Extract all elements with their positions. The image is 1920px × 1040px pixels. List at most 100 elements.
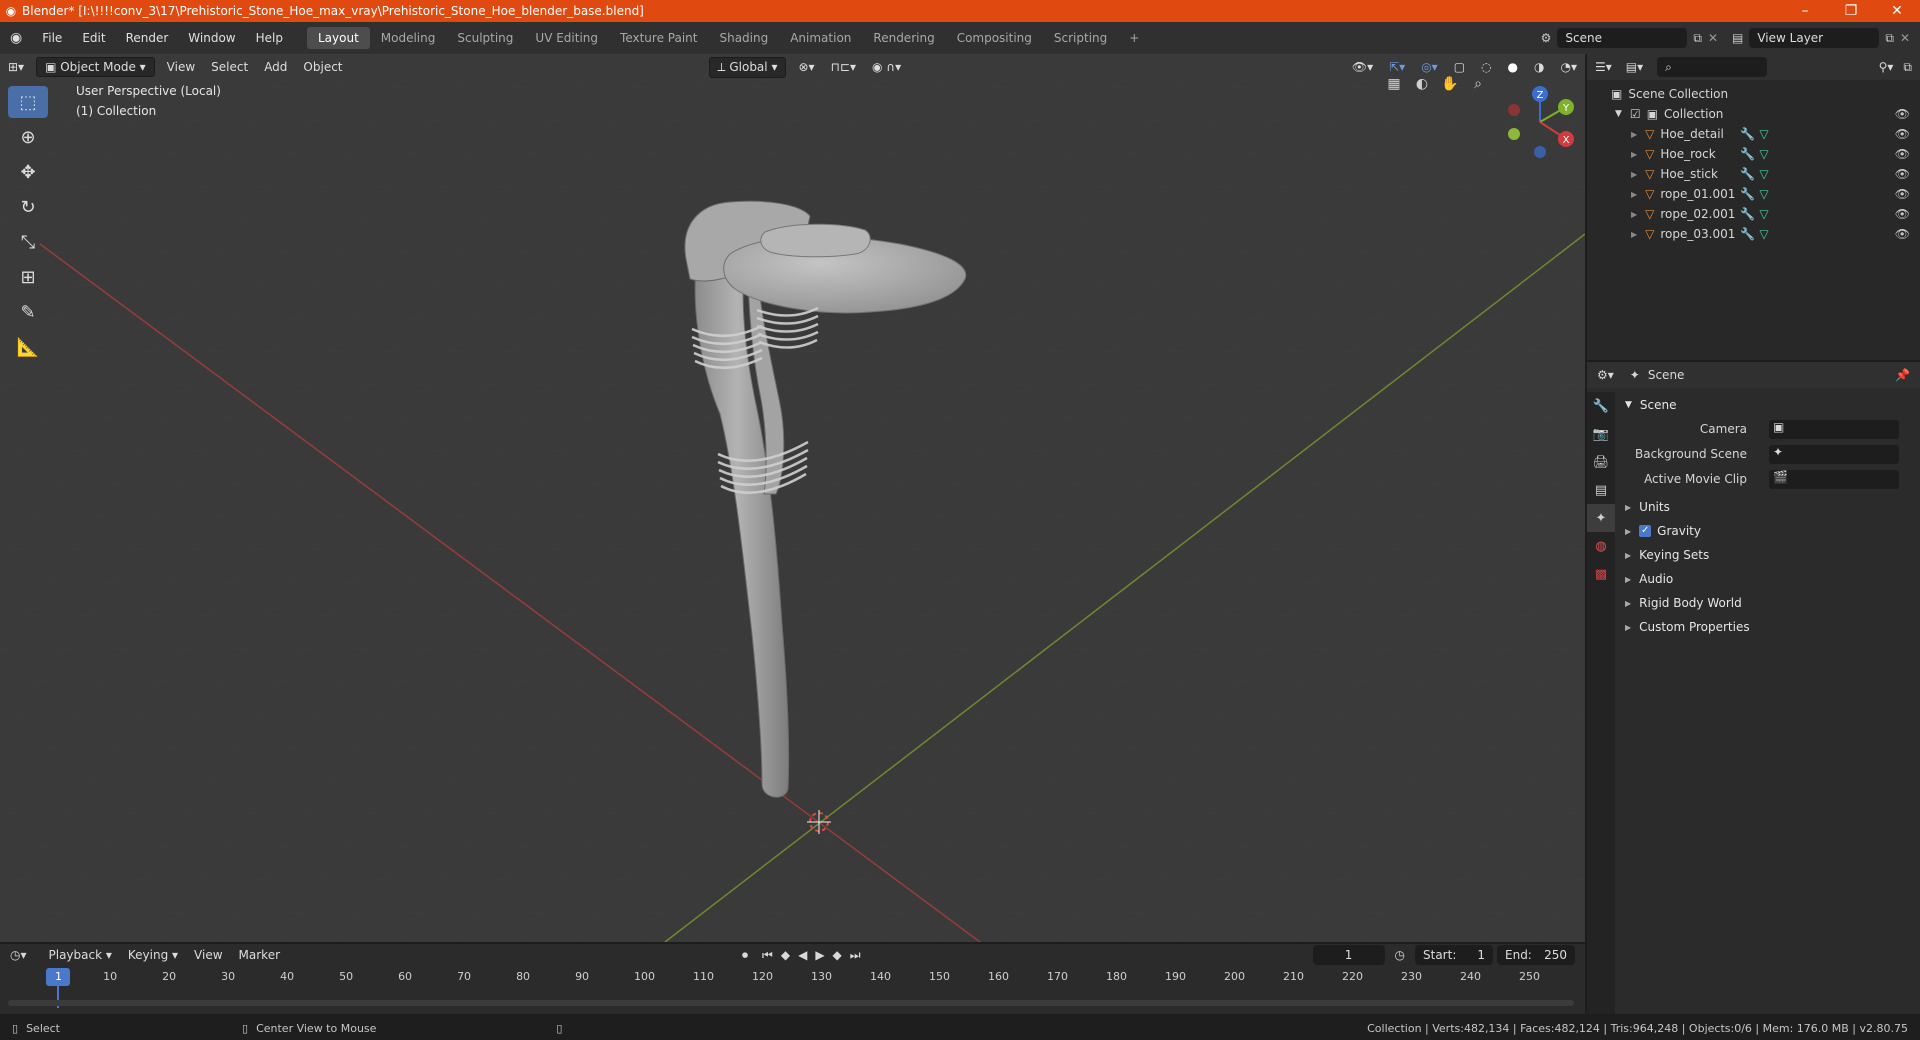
annotate-tool-icon[interactable]: ✎ <box>8 296 48 328</box>
texture-tab-icon[interactable]: ▩ <box>1587 560 1615 588</box>
menu-select[interactable]: Select <box>203 58 256 76</box>
expand-arrow-icon[interactable]: ▶ <box>1631 230 1637 239</box>
tab-scripting[interactable]: Scripting <box>1043 27 1118 49</box>
measure-tool-icon[interactable]: 📐 <box>8 331 48 363</box>
outliner-item[interactable]: ▶ ▽ rope_03.001 🔧 ▽ 👁 <box>1587 224 1920 244</box>
menu-window[interactable]: Window <box>178 31 245 45</box>
menu-help[interactable]: Help <box>246 31 293 45</box>
expand-arrow-icon[interactable]: ▼ <box>1615 109 1622 119</box>
scene-field[interactable]: Scene <box>1557 28 1688 48</box>
restore-button[interactable]: ❐ <box>1828 3 1874 19</box>
tab-uv-editing[interactable]: UV Editing <box>524 27 609 49</box>
outliner-item[interactable]: ▶ ▽ Hoe_rock 🔧 ▽ 👁 <box>1587 144 1920 164</box>
camera-field[interactable]: ▣ <box>1769 420 1899 439</box>
view-layer-tab-icon[interactable]: ▤ <box>1587 476 1615 504</box>
new-collection-icon[interactable]: ⧉ <box>1903 60 1912 75</box>
eye-icon[interactable]: 👁 <box>1895 107 1910 121</box>
delete-view-layer-icon[interactable]: ✕ <box>1900 31 1910 45</box>
mesh-data-icon[interactable]: ▽ <box>1759 167 1768 181</box>
scale-tool-icon[interactable]: ⤡ <box>8 226 48 258</box>
tab-rendering[interactable]: Rendering <box>862 27 945 49</box>
tool-tab-icon[interactable]: 🔧 <box>1587 392 1615 420</box>
subpanel-custom-properties[interactable]: ▶ Custom Properties <box>1625 620 1750 634</box>
close-window-button[interactable]: ✕ <box>1874 3 1920 19</box>
menu-file[interactable]: File <box>32 31 72 45</box>
tab-layout[interactable]: Layout <box>306 27 370 49</box>
prev-keyframe-icon[interactable]: ◆ <box>781 948 790 962</box>
eye-icon[interactable]: 👁 <box>1895 127 1910 141</box>
mesh-data-icon[interactable]: ▽ <box>1759 207 1768 221</box>
timeline-editor-icon[interactable]: ◷▾ <box>10 948 27 962</box>
mesh-data-icon[interactable]: ▽ <box>1759 147 1768 161</box>
add-workspace-button[interactable]: + <box>1118 27 1150 49</box>
editor-type-icon[interactable]: ⊞▾ <box>0 58 32 76</box>
mesh-data-icon[interactable]: ▽ <box>1759 127 1768 141</box>
tab-compositing[interactable]: Compositing <box>946 27 1043 49</box>
next-keyframe-icon[interactable]: ◆ <box>833 948 842 962</box>
outliner-item[interactable]: ▶ ▽ rope_01.001 🔧 ▽ 👁 <box>1587 184 1920 204</box>
properties-editor-icon[interactable]: ⚙▾ <box>1597 368 1614 382</box>
overlay-toggle-icon[interactable]: ◎▾ <box>1413 58 1446 76</box>
start-frame-field[interactable]: Start: 1 <box>1415 945 1493 965</box>
world-tab-icon[interactable]: ◍ <box>1587 532 1615 560</box>
pivot-point-icon[interactable]: ⊗▾ <box>790 58 822 76</box>
object-mode-dropdown[interactable]: ▣ Object Mode ▾ <box>36 57 155 77</box>
menu-timeline-view[interactable]: View <box>186 946 230 964</box>
mesh-data-icon[interactable]: ▽ <box>1759 187 1768 201</box>
new-scene-icon[interactable]: ⧉ <box>1693 31 1702 46</box>
gizmo-toggle-icon[interactable]: ⇱▾ <box>1381 58 1413 76</box>
eye-icon[interactable]: 👁 <box>1895 187 1910 201</box>
modifier-wrench-icon[interactable]: 🔧 <box>1740 147 1755 161</box>
record-icon[interactable]: ⏺ <box>742 948 748 963</box>
tab-shading[interactable]: Shading <box>708 27 779 49</box>
proportional-edit-icon[interactable]: ◉ ∩▾ <box>864 58 909 76</box>
menu-add[interactable]: Add <box>256 58 295 76</box>
gravity-checkbox[interactable]: ✓ <box>1639 525 1652 537</box>
rotate-tool-icon[interactable]: ↻ <box>8 191 48 223</box>
transform-tool-icon[interactable]: ⊞ <box>8 261 48 293</box>
outliner-item[interactable]: ▶ ▽ Hoe_detail 🔧 ▽ 👁 <box>1587 124 1920 144</box>
play-icon[interactable]: ▶ <box>815 948 824 962</box>
active-movie-clip-field[interactable]: 🎬 <box>1769 470 1899 489</box>
3d-viewport[interactable]: User Perspective (Local) (1) Collection … <box>0 54 1585 942</box>
jump-start-icon[interactable]: ⏮ <box>762 948 773 963</box>
scene-selector-icon[interactable]: ⚙ <box>1541 31 1552 45</box>
auto-keying-icon[interactable]: ◷ <box>1395 948 1405 962</box>
snap-icon[interactable]: ⊓⊏▾ <box>823 58 864 76</box>
tab-sculpting[interactable]: Sculpting <box>446 27 524 49</box>
rendered-shading-icon[interactable]: ◔▾ <box>1553 58 1586 76</box>
tab-modeling[interactable]: Modeling <box>370 27 447 49</box>
outliner-search-input[interactable]: ⌕ <box>1657 57 1768 77</box>
menu-marker[interactable]: Marker <box>231 946 288 964</box>
menu-object[interactable]: Object <box>295 58 350 76</box>
navigation-gizmo[interactable]: Z Y X <box>1500 82 1580 162</box>
menu-view[interactable]: View <box>159 58 203 76</box>
scene-tab-icon[interactable]: ✦ <box>1587 504 1615 532</box>
outliner-scene-collection[interactable]: ▣ Scene Collection <box>1587 84 1920 104</box>
view-layer-field[interactable]: View Layer <box>1749 28 1880 48</box>
modifier-wrench-icon[interactable]: 🔧 <box>1740 167 1755 181</box>
render-tab-icon[interactable]: 📷 <box>1587 420 1615 448</box>
expand-arrow-icon[interactable]: ▶ <box>1631 130 1637 139</box>
eye-icon[interactable]: 👁 <box>1895 207 1910 221</box>
blender-menu-icon[interactable]: ◉ <box>0 30 32 46</box>
eye-icon[interactable]: 👁 <box>1895 167 1910 181</box>
background-scene-field[interactable]: ✦ <box>1769 445 1899 464</box>
menu-playback[interactable]: Playback ▾ <box>41 946 120 964</box>
outliner-item[interactable]: ▶ ▽ Hoe_stick 🔧 ▽ 👁 <box>1587 164 1920 184</box>
modifier-wrench-icon[interactable]: 🔧 <box>1740 127 1755 141</box>
checkbox-icon[interactable]: ☑ <box>1630 107 1641 121</box>
cursor-tool-icon[interactable]: ⊕ <box>8 121 48 153</box>
outliner-editor-icon[interactable]: ☰▾ <box>1595 60 1612 74</box>
new-view-layer-icon[interactable]: ⧉ <box>1885 31 1894 46</box>
expand-arrow-icon[interactable]: ▶ <box>1631 170 1637 179</box>
menu-render[interactable]: Render <box>116 31 179 45</box>
minimize-button[interactable]: – <box>1782 3 1828 19</box>
tab-animation[interactable]: Animation <box>779 27 862 49</box>
subpanel-keying-sets[interactable]: ▶ Keying Sets <box>1625 548 1709 562</box>
menu-keying[interactable]: Keying ▾ <box>120 946 186 964</box>
xray-icon[interactable]: ▢ <box>1446 58 1473 76</box>
expand-arrow-icon[interactable]: ▶ <box>1631 210 1637 219</box>
timeline-scrollbar[interactable] <box>8 1000 1574 1006</box>
timeline-ruler[interactable]: 1 10 20 30 40 50 60 70 80 90 100 110 120 130 140 150 160… <box>0 966 1585 1014</box>
